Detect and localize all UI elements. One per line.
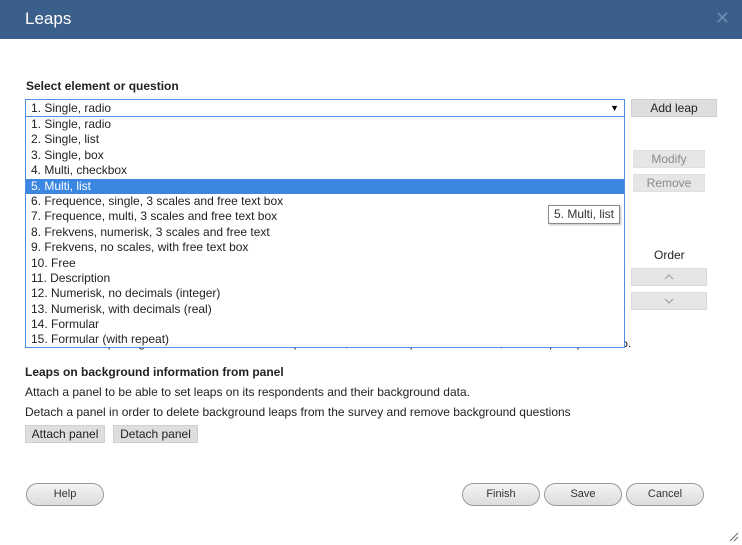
dropdown-option[interactable]: 10. Free — [26, 256, 624, 271]
chevron-up-icon — [664, 274, 674, 280]
dropdown-arrow-icon: ▼ — [610, 103, 619, 113]
detach-panel-button[interactable]: Detach panel — [113, 425, 198, 443]
save-button[interactable]: Save — [544, 483, 622, 506]
resize-grip-icon[interactable] — [727, 530, 739, 542]
option-tooltip: 5. Multi, list — [548, 205, 621, 224]
background-section-title: Leaps on background information from pan… — [25, 365, 284, 379]
dropdown-option[interactable]: 9. Frekvens, no scales, with free text b… — [26, 240, 624, 255]
attach-panel-button[interactable]: Attach panel — [25, 425, 105, 443]
dialog-title: Leaps — [25, 9, 72, 28]
dropdown-option[interactable]: 4. Multi, checkbox — [26, 163, 624, 178]
cancel-button[interactable]: Cancel — [626, 483, 704, 506]
dialog-titlebar: Leaps ✕ — [0, 0, 742, 39]
help-button[interactable]: Help — [26, 483, 104, 506]
order-label: Order — [654, 248, 685, 262]
modify-button[interactable]: Modify — [633, 150, 705, 168]
dropdown-option[interactable]: 5. Multi, list — [26, 178, 624, 194]
move-up-button[interactable] — [631, 268, 707, 286]
dropdown-option[interactable]: 2. Single, list — [26, 132, 624, 147]
dropdown-option[interactable]: 15. Formular (with repeat) — [26, 332, 624, 347]
remove-button[interactable]: Remove — [633, 174, 705, 192]
element-dropdown-list[interactable]: 1. Single, radio 2. Single, list 3. Single… — [25, 117, 625, 348]
element-select-value: 1. Single, radio — [31, 101, 112, 115]
dropdown-option[interactable]: 3. Single, box — [26, 148, 624, 163]
dropdown-option[interactable]: 1. Single, radio — [26, 117, 624, 132]
close-icon[interactable]: ✕ — [715, 9, 730, 27]
dropdown-option[interactable]: 8. Frekvens, numerisk, 3 scales and free… — [26, 225, 624, 240]
dropdown-option[interactable]: 12. Numerisk, no decimals (integer) — [26, 286, 624, 301]
dropdown-option[interactable]: 13. Numerisk, with decimals (real) — [26, 302, 624, 317]
chevron-down-icon — [664, 298, 674, 304]
dropdown-option[interactable]: 6. Frequence, single, 3 scales and free … — [26, 194, 624, 209]
add-leap-button[interactable]: Add leap — [631, 99, 717, 117]
dropdown-option[interactable]: 11. Description — [26, 271, 624, 286]
dropdown-option[interactable]: 14. Formular — [26, 317, 624, 332]
detach-panel-description: Detach a panel in order to delete backgr… — [25, 405, 571, 419]
select-element-label: Select element or question — [26, 79, 179, 93]
element-select[interactable]: 1. Single, radio ▼ — [25, 99, 625, 117]
move-down-button[interactable] — [631, 292, 707, 310]
dropdown-option[interactable]: 7. Frequence, multi, 3 scales and free t… — [26, 209, 624, 224]
finish-button[interactable]: Finish — [462, 483, 540, 506]
attach-panel-description: Attach a panel to be able to set leaps o… — [25, 385, 470, 399]
